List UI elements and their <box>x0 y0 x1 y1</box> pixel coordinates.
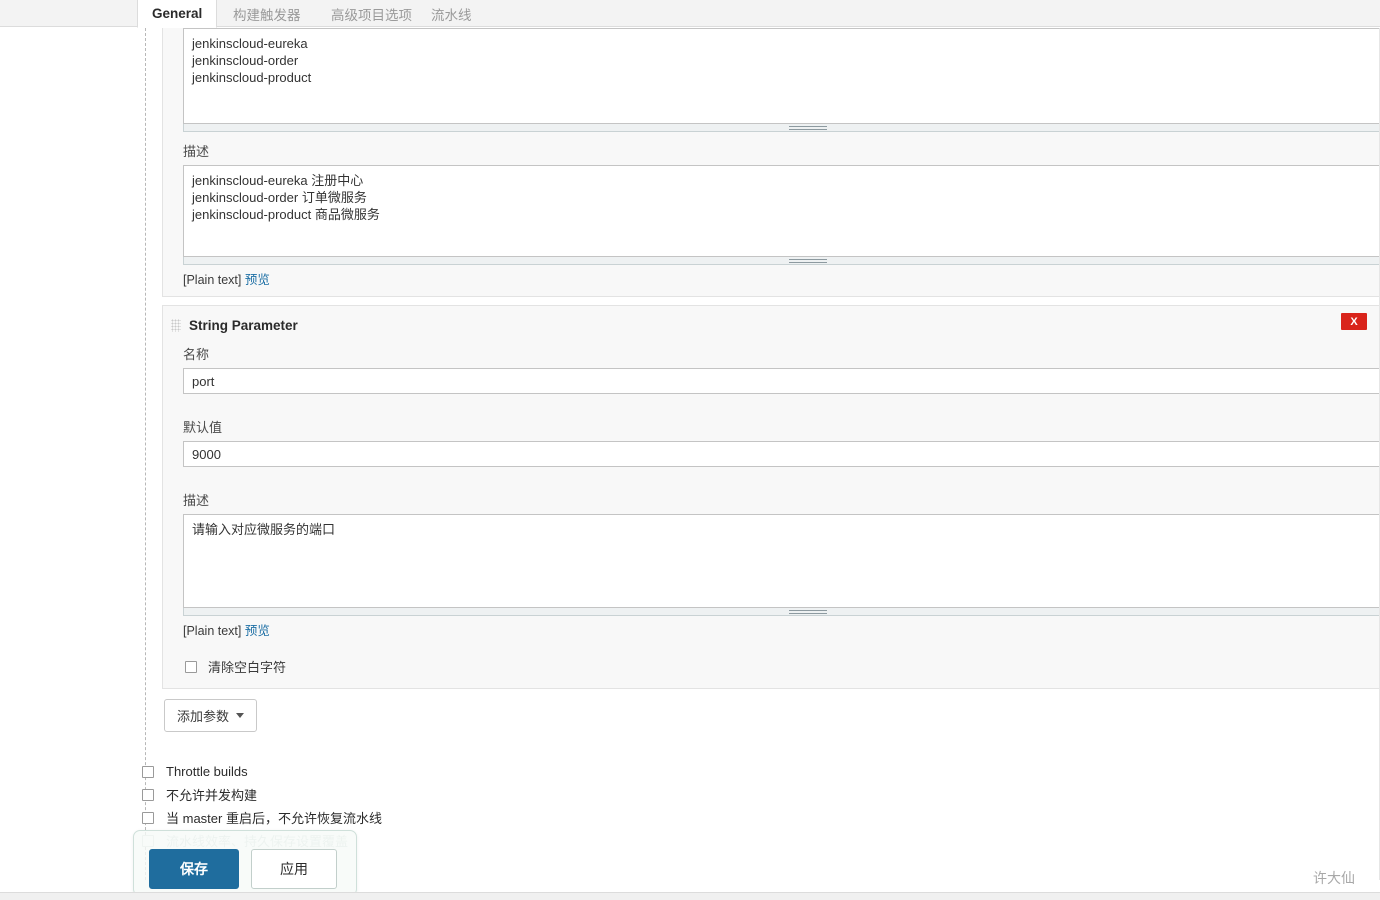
choice-description-field-row: 描述 [Plain text] 预览 <box>163 132 1380 296</box>
choices-field-row <box>163 28 1380 132</box>
param-description-plaintext-row: [Plain text] 预览 <box>163 616 1379 647</box>
choice-description-label: 描述 <box>183 144 210 159</box>
jenkins-config-page: General 构建触发器 高级项目选项 流水线 描述 <box>0 0 1380 900</box>
param-name-field-row: 名称 <box>163 335 1380 394</box>
trim-whitespace-checkbox[interactable] <box>185 660 197 673</box>
tab-advanced-options[interactable]: 高级项目选项 <box>317 0 426 27</box>
add-parameter-button[interactable]: 添加参数 <box>164 699 258 732</box>
trim-whitespace-row[interactable]: 清除空白字符 <box>163 647 1379 688</box>
drag-guide-line <box>145 28 146 880</box>
choices-textarea-wrap <box>183 28 1380 132</box>
add-parameter-wrap: 添加参数 <box>162 689 1380 732</box>
tab-build-triggers-label: 构建触发器 <box>233 7 301 23</box>
choice-parameter-block: 描述 [Plain text] 预览 <box>162 28 1380 297</box>
param-default-field-row: 默认值 <box>163 408 1380 467</box>
savebar-buttons: 保存 应用 <box>149 849 337 889</box>
bottom-strip <box>0 892 1380 900</box>
chevron-down-icon <box>236 713 245 718</box>
config-tabbar: General 构建触发器 高级项目选项 流水线 <box>129 0 1380 28</box>
param-description-resize-grip[interactable] <box>183 608 1380 616</box>
param-description-markup-type: [Plain text] <box>183 624 242 638</box>
param-name-label: 名称 <box>183 347 210 362</box>
tab-pipeline[interactable]: 流水线 <box>417 0 486 27</box>
param-description-preview-link[interactable]: 预览 <box>245 624 270 638</box>
string-parameter-header: String Parameter <box>163 306 1379 335</box>
tab-advanced-options-label: 高级项目选项 <box>331 7 412 23</box>
throttle-builds-checkbox[interactable] <box>142 765 154 778</box>
choice-description-resize-grip[interactable] <box>183 257 1380 265</box>
param-name-input[interactable] <box>183 368 1380 394</box>
choice-description-textarea[interactable] <box>183 165 1380 257</box>
tab-build-triggers[interactable]: 构建触发器 <box>219 0 315 27</box>
param-default-input[interactable] <box>183 441 1380 467</box>
drag-handle-icon[interactable] <box>171 319 181 332</box>
floating-save-bar: 校验是否成功... 保存 应用 <box>133 830 357 896</box>
no-resume-after-restart-checkbox[interactable] <box>142 811 154 824</box>
left-gutter <box>0 0 129 900</box>
choice-description-preview-link[interactable]: 预览 <box>245 273 270 287</box>
apply-button[interactable]: 应用 <box>251 849 337 889</box>
throttle-builds-label: Throttle builds <box>166 764 248 779</box>
save-button[interactable]: 保存 <box>149 849 239 889</box>
delete-parameter-button[interactable]: X <box>1341 313 1367 330</box>
field-spacer-1 <box>163 394 1379 408</box>
watermark-text: 许大仙 <box>1313 870 1355 886</box>
param-description-textarea[interactable] <box>183 514 1380 608</box>
no-resume-after-restart-label: 当 master 重启后，不允许恢复流水线 <box>166 811 382 826</box>
option-no-concurrent-builds[interactable]: 不允许并发构建 <box>142 783 742 806</box>
config-form: 描述 [Plain text] 预览 X String Parameter <box>162 28 1380 732</box>
tab-pipeline-label: 流水线 <box>431 7 472 23</box>
choice-description-markup-type: [Plain text] <box>183 273 242 287</box>
choices-textarea[interactable] <box>183 28 1380 124</box>
string-parameter-title: String Parameter <box>189 318 298 333</box>
add-parameter-label: 添加参数 <box>177 709 230 724</box>
param-description-field-row: 描述 [Plain text] 预览 <box>163 481 1380 647</box>
option-throttle-builds[interactable]: Throttle builds <box>142 760 742 783</box>
field-spacer-2 <box>163 467 1379 481</box>
param-description-label: 描述 <box>183 493 210 508</box>
param-description-textarea-wrap <box>183 514 1380 616</box>
trim-whitespace-label: 清除空白字符 <box>208 660 287 675</box>
choices-textarea-resize-grip[interactable] <box>183 124 1380 132</box>
param-default-label: 默认值 <box>183 420 223 435</box>
no-concurrent-builds-label: 不允许并发构建 <box>166 788 258 803</box>
option-no-resume-after-restart[interactable]: 当 master 重启后，不允许恢复流水线 <box>142 806 742 829</box>
gutter-topbar <box>0 0 129 27</box>
tab-general[interactable]: General <box>137 0 218 28</box>
choice-description-textarea-wrap <box>183 165 1380 265</box>
string-parameter-block: X String Parameter 名称 默认值 描述 <box>162 305 1380 689</box>
tab-general-label: General <box>152 6 203 21</box>
no-concurrent-builds-checkbox[interactable] <box>142 788 154 801</box>
choice-description-plaintext-row: [Plain text] 预览 <box>163 265 1379 296</box>
